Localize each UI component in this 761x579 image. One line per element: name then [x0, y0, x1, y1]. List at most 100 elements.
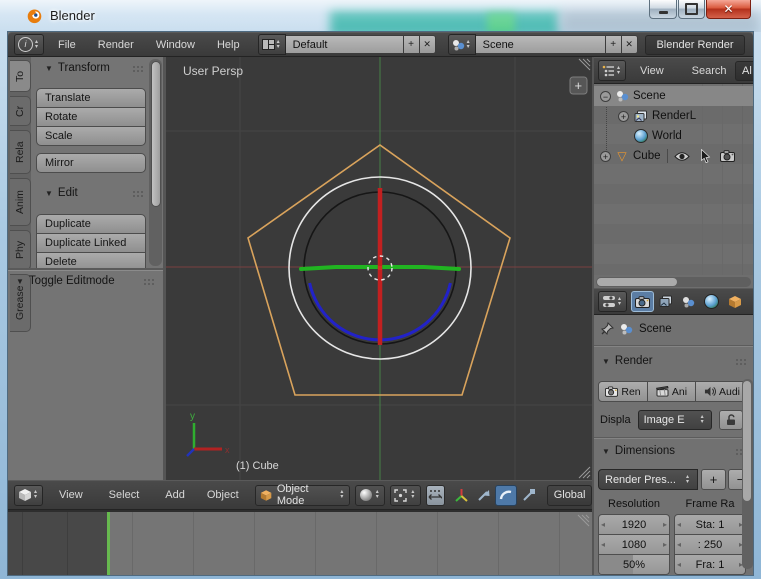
menu-help[interactable]: Help	[215, 39, 242, 51]
scale-button[interactable]: Scale	[36, 126, 146, 146]
close-button[interactable]: ✕	[706, 0, 751, 19]
display-mode-dropdown[interactable]: Image E ▴▾	[638, 410, 712, 430]
render-presets-dropdown[interactable]: Render Pres... ▴▾	[598, 469, 698, 490]
maximize-button[interactable]	[678, 0, 705, 19]
menu-add[interactable]: Add	[163, 489, 187, 501]
panel-grip-icon[interactable]	[132, 190, 145, 197]
panel-grip-icon[interactable]	[143, 278, 156, 285]
decrement-icon[interactable]: ◂	[601, 540, 605, 549]
scrollbar-thumb[interactable]	[743, 381, 751, 501]
mirror-button[interactable]: Mirror	[36, 153, 146, 173]
duplicate-button[interactable]: Duplicate	[36, 214, 146, 234]
outliner-row-scene[interactable]: − Scene	[594, 86, 753, 106]
menu-outliner-search[interactable]: Search	[690, 65, 729, 77]
frame-end-field[interactable]: ◂ : 250 ▸	[674, 534, 746, 555]
expand-expander-icon[interactable]: +	[600, 151, 611, 162]
frame-start-field[interactable]: ◂ Sta: 1 ▸	[674, 514, 746, 535]
manipulator-toggle-button[interactable]	[426, 485, 445, 506]
tool-shelf-scrollbar[interactable]	[149, 59, 162, 266]
pivot-point-dropdown[interactable]: ▴▾	[390, 485, 421, 506]
toggle-editmode-panel-header[interactable]: ▼ Toggle Editmode	[16, 275, 156, 287]
outliner-row-renderlayers[interactable]: + RenderL	[594, 106, 753, 126]
viewport-canvas[interactable]: y x User Persp (1) Cube +	[166, 57, 592, 480]
scrollbar-thumb[interactable]	[151, 61, 161, 207]
menu-outliner-view[interactable]: View	[638, 65, 666, 77]
render-animation-button[interactable]: Ani	[648, 381, 696, 402]
expand-expander-icon[interactable]: +	[618, 111, 629, 122]
outliner-row-world[interactable]: World	[594, 126, 753, 146]
resolution-y-field[interactable]: ◂ 1080 ▸	[598, 534, 670, 555]
mode-dropdown[interactable]: Object Mode ▴▾	[255, 485, 351, 506]
timeline[interactable]	[8, 510, 592, 575]
tab-relations[interactable]: Rela	[10, 130, 31, 174]
resolution-percentage-slider[interactable]: 50%	[598, 554, 670, 575]
corner-resize-grip[interactable]	[576, 513, 590, 527]
translate-button[interactable]: Translate	[36, 88, 146, 108]
tab-render-layers[interactable]	[654, 291, 677, 312]
editor-type-properties-button[interactable]: ▴▾	[598, 291, 627, 312]
layout-delete-button[interactable]: ✕	[420, 35, 436, 54]
editor-type-info-button[interactable]: i ▴▾	[14, 34, 44, 55]
tab-physics[interactable]: Phy	[10, 230, 31, 270]
menu-render[interactable]: Render	[96, 39, 136, 51]
decrement-icon[interactable]: ◂	[677, 520, 681, 529]
menu-view[interactable]: View	[57, 489, 85, 501]
dimensions-panel-header[interactable]: ▼ Dimensions	[602, 445, 748, 457]
minimize-button[interactable]	[649, 0, 677, 19]
frame-current-field[interactable]: ◂ Fra: 1 ▸	[674, 554, 746, 575]
editor-type-outliner-button[interactable]: ▴▾	[598, 60, 626, 81]
scene-name-field[interactable]: Scene	[476, 35, 606, 54]
scene-add-button[interactable]: +	[606, 35, 622, 54]
renderability-toggle[interactable]	[720, 150, 735, 162]
selectability-toggle[interactable]	[700, 149, 711, 163]
duplicate-linked-button[interactable]: Duplicate Linked	[36, 233, 146, 253]
layout-add-button[interactable]: +	[404, 35, 420, 54]
tab-modifier-properties[interactable]	[746, 291, 753, 312]
visibility-toggle[interactable]	[674, 151, 690, 162]
decrement-icon[interactable]: ◂	[677, 540, 681, 549]
preset-add-button[interactable]: +	[701, 469, 726, 490]
panel-grip-icon[interactable]	[735, 358, 748, 365]
viewport-3d[interactable]: y x User Persp (1) Cube +	[166, 57, 592, 480]
render-panel-header[interactable]: ▼ Render	[602, 355, 748, 367]
resolution-x-field[interactable]: ◂ 1920 ▸	[598, 514, 670, 535]
menu-file[interactable]: File	[56, 39, 78, 51]
tab-tools[interactable]: To	[10, 60, 31, 92]
tab-scene-properties[interactable]	[677, 291, 700, 312]
outliner-display-filter-dropdown[interactable]: Al	[735, 61, 753, 81]
decrement-icon[interactable]: ◂	[601, 520, 605, 529]
scene-delete-button[interactable]: ✕	[622, 35, 638, 54]
tab-animation[interactable]: Anim	[10, 178, 31, 226]
lock-interface-button[interactable]	[719, 410, 743, 430]
region-expand-button[interactable]: +	[570, 77, 587, 94]
tab-world-properties[interactable]	[700, 291, 723, 312]
outliner-row-cube[interactable]: + ▽ Cube	[594, 146, 753, 166]
menu-window[interactable]: Window	[154, 39, 197, 51]
layout-name-field[interactable]: Default	[286, 35, 404, 54]
pin-icon[interactable]	[600, 322, 614, 336]
scene-icon-button[interactable]: ▴▾	[448, 34, 476, 55]
title-bar[interactable]: Blender ✕	[0, 0, 761, 32]
outliner-scrollbar[interactable]	[596, 277, 751, 287]
scrollbar-thumb[interactable]	[597, 278, 677, 286]
render-engine-dropdown[interactable]: Blender Render	[645, 35, 745, 55]
transform-panel-header[interactable]: ▼ Transform	[45, 62, 145, 74]
tab-object-properties[interactable]	[723, 291, 746, 312]
properties-scrollbar[interactable]	[742, 379, 753, 569]
manipulator-axis-button[interactable]	[451, 485, 472, 506]
timeline-playhead[interactable]	[107, 512, 110, 575]
manipulator-rotate-button[interactable]	[495, 485, 517, 506]
tab-render-properties[interactable]	[631, 291, 654, 312]
decrement-icon[interactable]: ◂	[677, 560, 681, 569]
increment-icon[interactable]: ▸	[663, 520, 667, 529]
manipulator-scale-button[interactable]	[518, 485, 539, 506]
editor-type-3dview-button[interactable]: ▴▾	[14, 485, 43, 506]
render-still-button[interactable]: Ren	[598, 381, 648, 402]
panel-grip-icon[interactable]	[132, 65, 145, 72]
menu-object[interactable]: Object	[205, 489, 241, 501]
menu-select[interactable]: Select	[107, 489, 142, 501]
transform-orientation-dropdown[interactable]: Global	[547, 485, 592, 506]
viewport-shading-dropdown[interactable]: ▴▾	[355, 485, 385, 506]
layout-icon-button[interactable]: ▴▾	[258, 34, 286, 55]
manipulator-translate-button[interactable]	[473, 485, 494, 506]
